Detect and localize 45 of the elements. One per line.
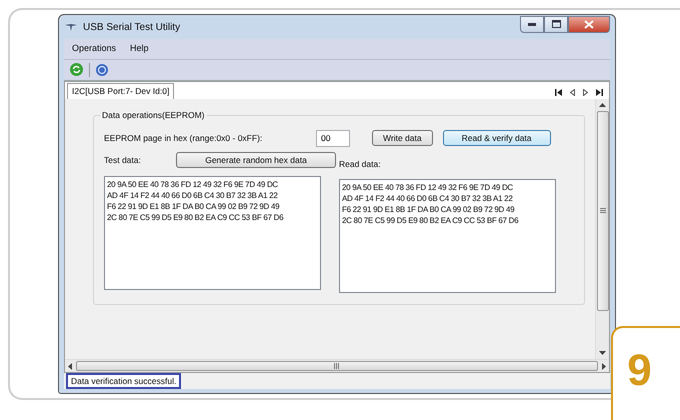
hex-line: 2C 80 7E C5 99 D5 E9 80 B2 EA C9 CC 53 BF 67 D6 [342, 214, 520, 226]
field-label: EEPROM page in hex (range:0x0 - 0xFF): [104, 132, 264, 144]
step-number: 9 [611, 326, 680, 420]
close-button[interactable] [568, 16, 610, 32]
window-title: USB Serial Test Utility [83, 20, 180, 34]
horizontal-scrollbar[interactable] [65, 359, 609, 372]
grip-icon [600, 208, 606, 213]
scroll-right-icon[interactable] [602, 362, 606, 370]
hex-line: F6 22 91 9D E1 8B 1F DA B0 CA 99 02 B9 72 9D 49 [342, 204, 516, 214]
hex-line: 20 9A 50 EE 40 78 36 FD 12 49 32 F6 9E 7D 49 DC [107, 179, 279, 190]
hex-line: F6 22 91 9D E1 8B 1F DA B0 CA 99 02 B9 72 9D 49 [107, 201, 280, 212]
hex-line: AD 4F 14 F2 44 40 66 D0 6B C4 30 B7 32 3B A1 22 [342, 192, 514, 204]
menu-item[interactable]: Operations [72, 42, 116, 56]
app-icon [64, 22, 78, 32]
last-page-icon[interactable] [596, 88, 603, 96]
scroll-left-icon[interactable] [68, 362, 72, 370]
action-button[interactable]: Read & verify data [442, 130, 551, 146]
minimize-icon [528, 22, 536, 26]
status-text: Data verification successful. [66, 372, 182, 390]
read-data-box[interactable]: 20 9A 50 EE 40 78 36 FD 12 49 32 F6 9E 7D 49 DC AD 4F 14 F2 44 40 66 D0 6B C4 30 B7 32 3B A1 22 F6 22 91 9D E1 8B 1F DA B0 CA 99 02 B9 72 9D 49 2C 80 7E C5 99 D5 E9 80 B2 EA C9 CC 53 BF 67 D6 [339, 178, 556, 292]
hex-line: 20 9A 50 EE 40 78 36 FD 12 49 32 F6 9E 7D 49 DC [342, 182, 514, 192]
maximize-icon [552, 20, 560, 28]
menu-item[interactable]: Help [130, 42, 149, 56]
close-icon [584, 20, 594, 28]
scroll-down-icon[interactable] [599, 351, 606, 355]
refresh-icon[interactable] [70, 63, 83, 76]
next-icon[interactable] [583, 88, 588, 96]
hex-line: 2C 80 7E C5 99 D5 E9 80 B2 EA C9 CC 53 BF 67 D6 [107, 212, 284, 224]
tab[interactable]: I2C[USB Port:7- Dev Id:0] [67, 82, 174, 98]
previous-icon[interactable] [570, 88, 575, 96]
hex-line: AD 4F 14 F2 44 40 66 D0 6B C4 30 B7 32 3B A1 22 [107, 190, 278, 202]
minimize-button[interactable] [520, 16, 544, 32]
help-icon[interactable] [96, 64, 108, 76]
test-data-box[interactable]: 20 9A 50 EE 40 78 36 FD 12 49 32 F6 9E 7D 49 DC AD 4F 14 F2 44 40 66 D0 6B C4 30 B7 32 3B A1 22 F6 22 91 9D E1 8B 1F DA B0 CA 99 02 B9 72 9D 49 2C 80 7E C5 99 D5 E9 80 B2 EA C9 CC 53 BF 67 D6 [104, 176, 321, 290]
first-page-icon[interactable] [555, 88, 562, 96]
maximize-button[interactable] [544, 16, 568, 32]
scroll-up-icon[interactable] [599, 102, 606, 106]
vertical-scrollbar[interactable] [595, 98, 609, 359]
field-label: Read data: [339, 158, 381, 170]
action-button[interactable]: Write data [372, 130, 433, 146]
generate-button[interactable]: Generate random hex data [176, 152, 336, 168]
grip-icon [334, 363, 340, 369]
field-label: Test data: [104, 154, 142, 166]
group-title: Data operations(EEPROM) [100, 108, 207, 122]
page-input[interactable]: 00 [316, 130, 350, 146]
